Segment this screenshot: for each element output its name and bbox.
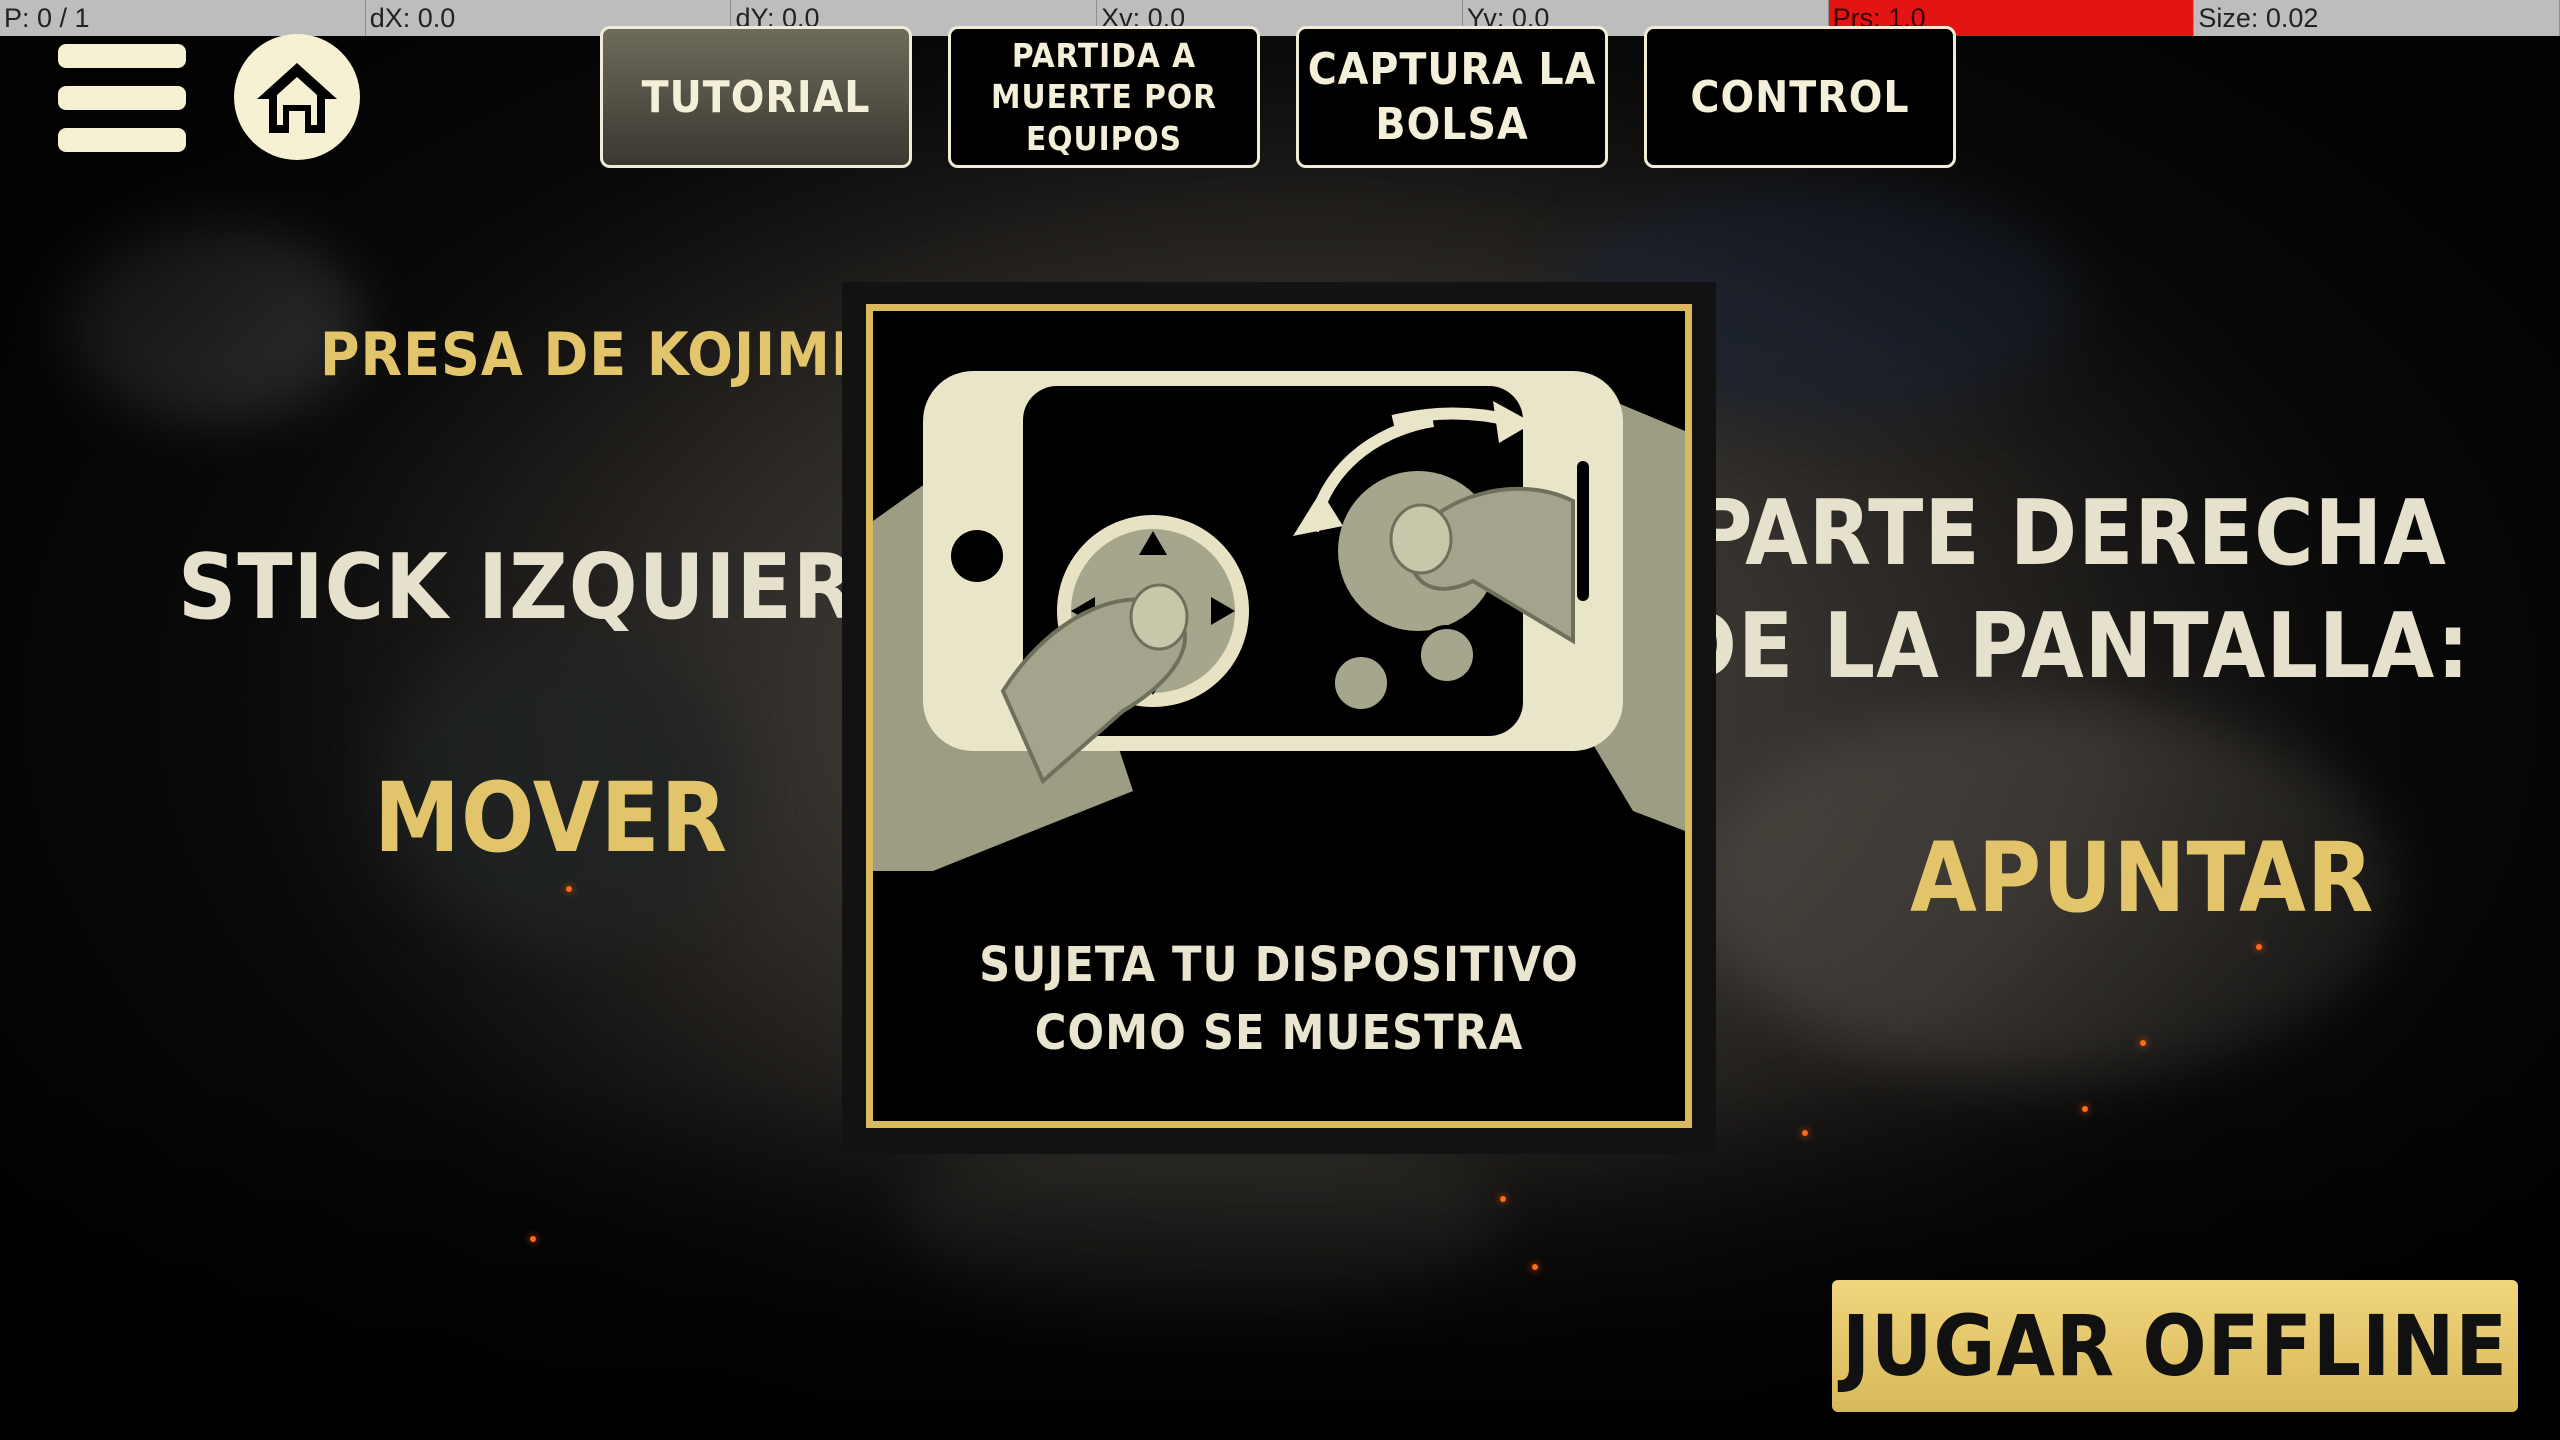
tab-tutorial[interactable]: TUTORIAL xyxy=(600,26,912,168)
hold-device-illustration xyxy=(873,371,1685,871)
map-name: PRESA DE KOJIMBA xyxy=(320,320,916,390)
hamburger-menu-icon[interactable] xyxy=(58,44,190,154)
home-button[interactable] xyxy=(234,34,360,160)
left-action-label: MOVER xyxy=(374,762,729,874)
debug-pointer: P: 0 / 1 xyxy=(0,0,366,36)
home-icon xyxy=(257,63,337,133)
tab-capture-the-bag[interactable]: CAPTURA LA BOLSA xyxy=(1296,26,1608,168)
tab-team-deathmatch[interactable]: PARTIDA A MUERTE POR EQUIPOS xyxy=(948,26,1260,168)
mode-tabs: TUTORIAL PARTIDA A MUERTE POR EQUIPOS CA… xyxy=(600,26,1992,168)
tutorial-caption: SUJETA TU DISPOSITIVO COMO SE MUESTRA xyxy=(979,937,1579,1062)
tab-control[interactable]: CONTROL xyxy=(1644,26,1956,168)
debug-size: Size: 0.02 xyxy=(2194,0,2560,36)
tutorial-card: SUJETA TU DISPOSITIVO COMO SE MUESTRA xyxy=(866,304,1692,1128)
play-offline-button[interactable]: JUGAR OFFLINE xyxy=(1832,1280,2518,1412)
right-control-label: PARTE DERECHA DE LA PANTALLA: xyxy=(1669,481,2471,699)
right-action-label: APUNTAR xyxy=(1910,822,2375,934)
